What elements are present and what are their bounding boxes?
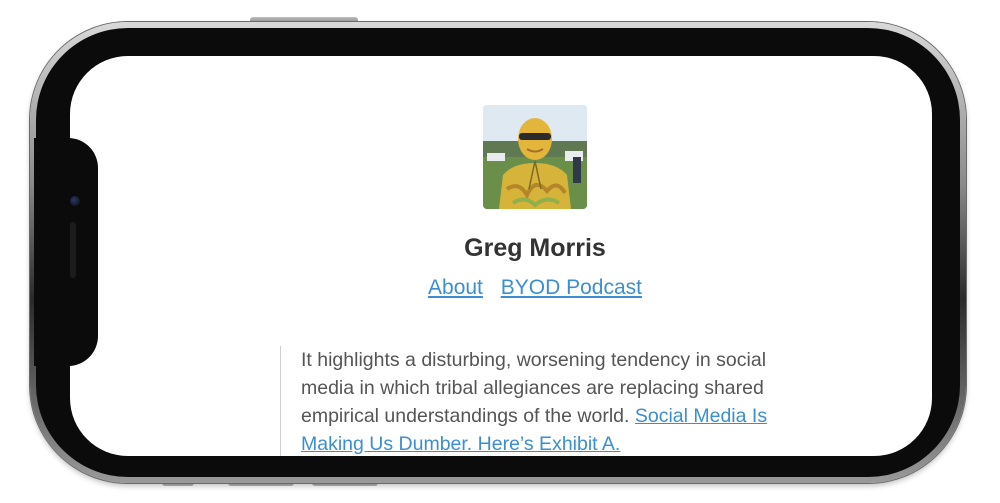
nav-link-about[interactable]: About xyxy=(428,276,483,299)
nav-links: About BYOD Podcast xyxy=(70,276,932,300)
device-mockup: Greg Morris About BYOD Podcast It highli… xyxy=(0,0,1000,503)
blockquote: It highlights a disturbing, worsening te… xyxy=(280,346,801,456)
phone-screen: Greg Morris About BYOD Podcast It highli… xyxy=(70,56,932,456)
earpiece-speaker xyxy=(70,222,76,278)
author-name: Greg Morris xyxy=(464,234,606,262)
front-camera-icon xyxy=(70,196,80,206)
phone-bezel: Greg Morris About BYOD Podcast It highli… xyxy=(36,28,960,477)
notch xyxy=(34,138,98,366)
phone-frame: Greg Morris About BYOD Podcast It highli… xyxy=(30,22,966,483)
avatar[interactable] xyxy=(483,105,587,209)
nav-link-byod-podcast[interactable]: BYOD Podcast xyxy=(501,276,642,299)
profile-photo-icon xyxy=(483,105,587,209)
